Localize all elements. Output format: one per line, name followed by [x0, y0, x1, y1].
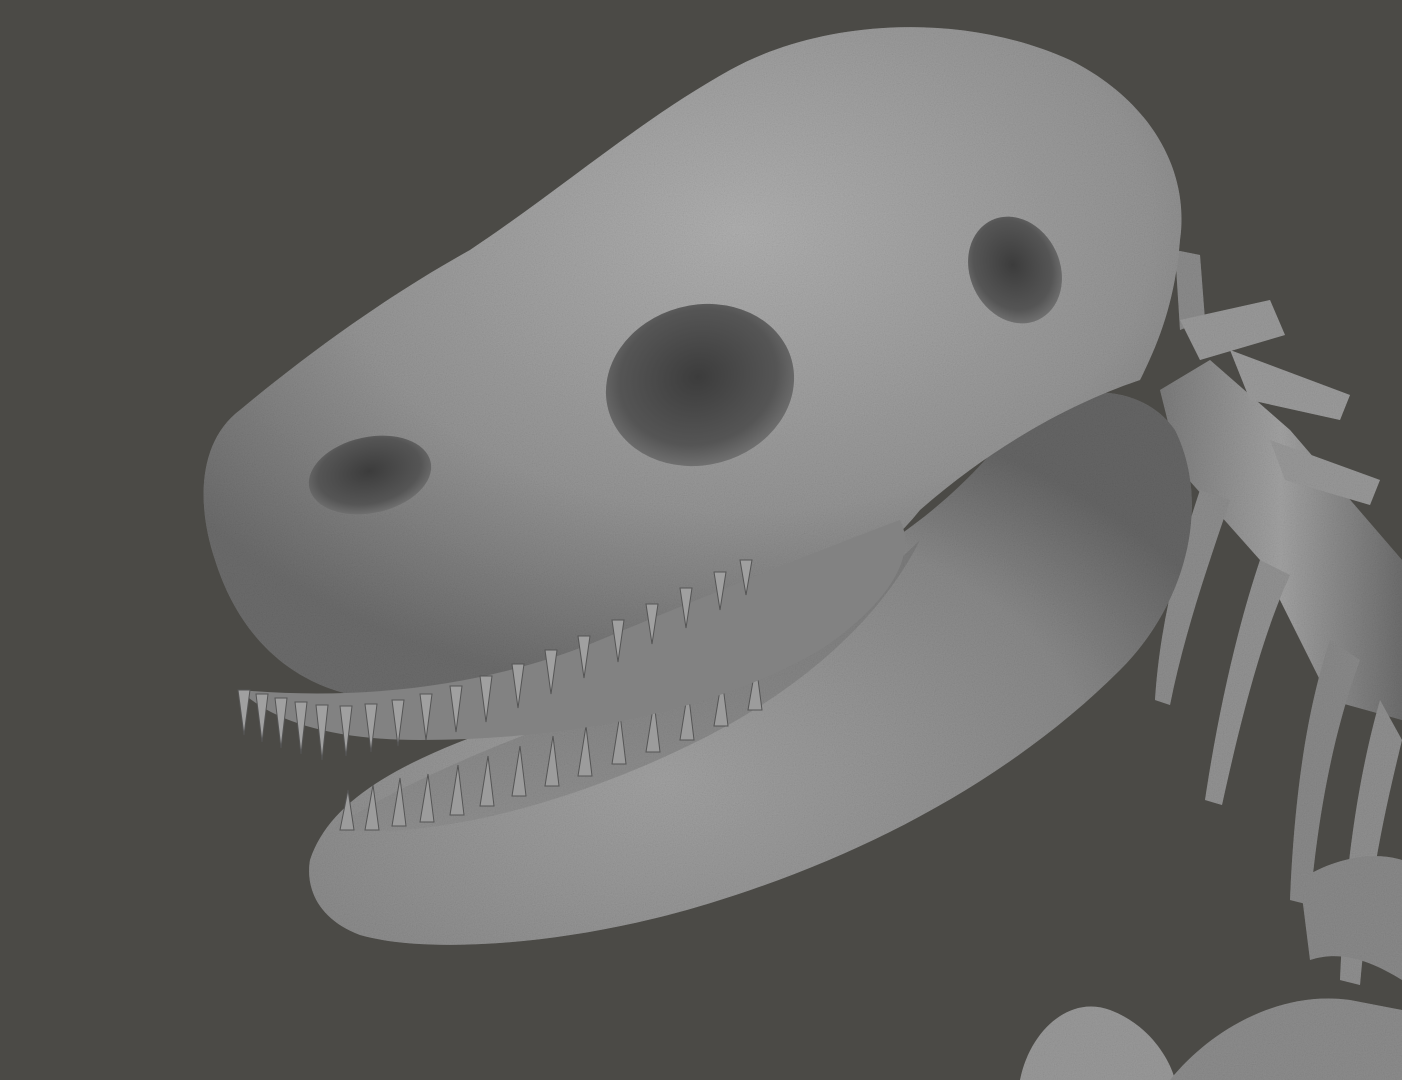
- dinosaur-skull-render: [0, 0, 1402, 1080]
- render-viewport: [0, 0, 1402, 1080]
